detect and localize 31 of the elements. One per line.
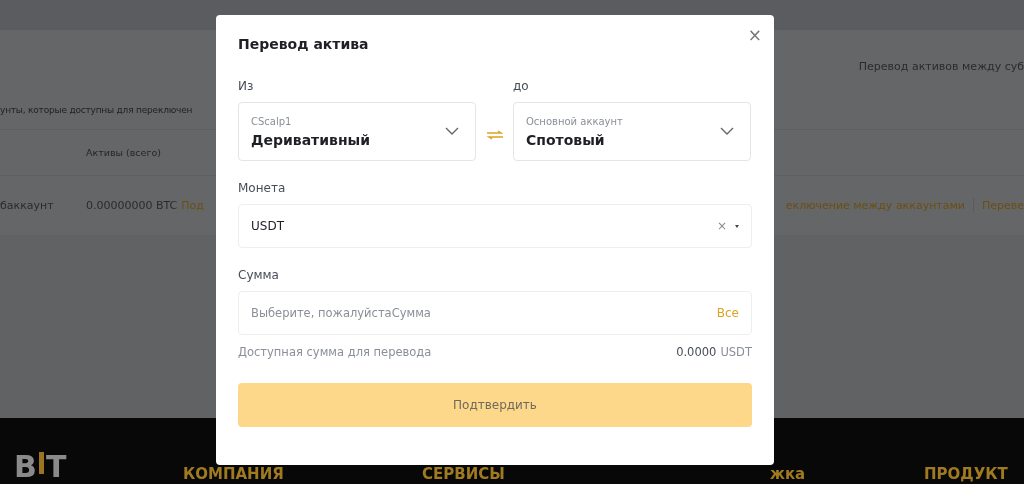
available-value: 0.0000	[676, 345, 717, 359]
field-label: Монета	[238, 181, 287, 195]
table-cell: 0.00000000 BTC	[86, 198, 178, 212]
description-text: унты, которые доступны для переключен	[0, 105, 193, 115]
to-account-select[interactable]: Основной аккаунт Спотовый	[513, 102, 751, 161]
clear-button[interactable]: ×	[716, 219, 727, 233]
field-label: до	[513, 79, 530, 93]
logo-bar-icon	[38, 452, 44, 474]
dialog-title: Перевод актива	[238, 36, 369, 52]
chevron-icon	[445, 127, 459, 136]
table-cell-text: баккаунт	[0, 198, 55, 212]
footer-heading: СЕРВИСЫ	[422, 466, 505, 482]
from-account-select[interactable]: CScalp1 Деривативный	[238, 102, 476, 161]
coin-select[interactable]: USDT ×	[238, 204, 752, 248]
all-button[interactable]: Все	[716, 306, 739, 320]
footer-heading: жка	[770, 466, 806, 482]
currency-unit: USDT	[720, 345, 752, 359]
swap-icon[interactable]	[486, 130, 504, 140]
close-button[interactable]: ×	[747, 27, 762, 43]
logo-text: B	[14, 452, 37, 482]
footer-heading: КОМПАНИЯ	[183, 466, 284, 482]
logo-text: T	[45, 452, 67, 482]
section-heading: Перевод активов между суб	[858, 60, 1024, 73]
amount-field[interactable]: Выберите, пожалуйстаСумма Все	[238, 291, 752, 335]
footer-heading: ПРОДУКТ	[924, 466, 1008, 482]
column-header: Активы (всего)	[86, 147, 161, 158]
chevron-icon	[720, 127, 734, 136]
field-label: Сумма	[238, 268, 280, 282]
field-label: Из	[238, 79, 255, 93]
caret-icon	[735, 224, 739, 228]
available-label: Доступная сумма для перевода	[238, 345, 433, 359]
